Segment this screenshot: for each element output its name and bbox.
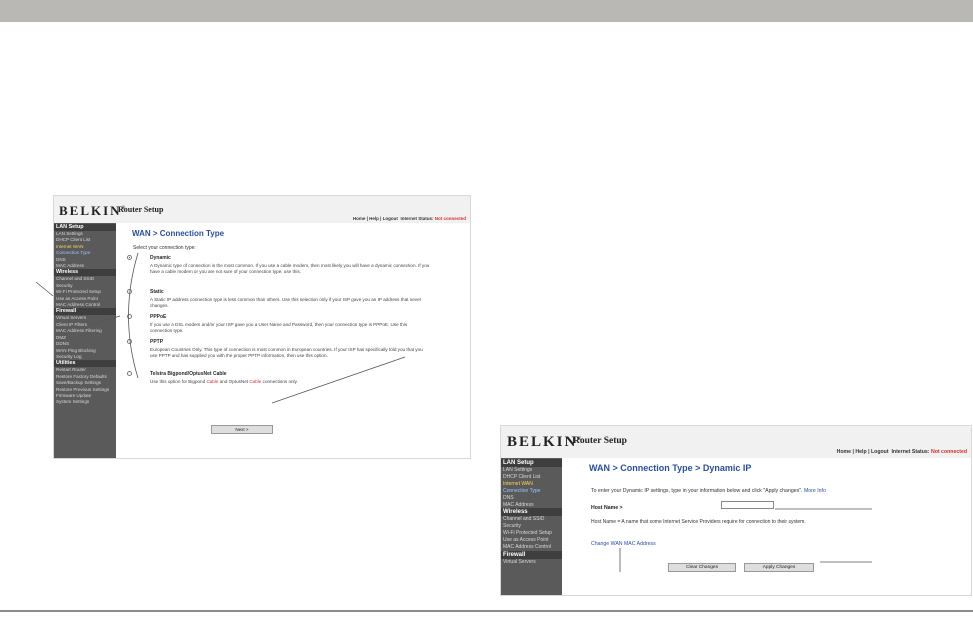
connection-type-prompt: Select your connection type: <box>133 245 196 251</box>
sidebar-item-restore-previous-settings[interactable]: Restore Previous Settings <box>54 387 116 393</box>
option-description: If you use a DSL modem and/or your ISP g… <box>150 322 408 334</box>
option-description: Use this option for Bigpond Cable and Op… <box>150 379 298 384</box>
internet-status-value: Not connected <box>930 449 967 455</box>
footer-rule <box>0 610 973 612</box>
dynamic-ip-screenshot: BELKIN® Router Setup Home | Help | Logou… <box>500 425 972 596</box>
internet-status-label: Internet Status: <box>400 216 434 221</box>
sidebar-item-mac-address[interactable]: MAC Address <box>501 502 562 509</box>
option-description: European Countries Only. This type of co… <box>150 347 423 359</box>
sidebar-item-mac-address-control[interactable]: MAC Address Control <box>501 544 562 551</box>
sidebar-item-wi-fi-protected-setup[interactable]: Wi-Fi Protected Setup <box>501 530 562 537</box>
apply-changes-button[interactable]: Apply Changes <box>744 563 814 572</box>
host-name-input[interactable] <box>721 501 774 509</box>
option-name: Dynamic <box>150 255 171 261</box>
sidebar-item-security[interactable]: Security <box>501 523 562 530</box>
sidebar-item-virtual-servers[interactable]: Virtual Servers <box>501 559 562 566</box>
sidebar: LAN Setup LAN Settings DHCP Client List Int… <box>501 458 562 595</box>
radio-dynamic[interactable] <box>127 255 132 260</box>
option-name: PPTP <box>150 339 164 345</box>
option-name: Static <box>150 289 164 295</box>
internet-status-value: Not connected <box>434 216 466 221</box>
sidebar-item-connection-type[interactable]: Connection Type <box>501 488 562 495</box>
home-link[interactable]: Home <box>353 216 366 221</box>
page-title: WAN > Connection Type > Dynamic IP <box>589 463 752 473</box>
logout-link[interactable]: Logout <box>383 216 398 221</box>
connection-type-screenshot: BELKIN® Router Setup Home | Help | Logou… <box>53 195 471 459</box>
host-name-label: Host Name > <box>591 505 623 511</box>
router-header: BELKIN® Router Setup Home | Help | Logou… <box>54 196 470 223</box>
logout-link[interactable]: Logout <box>871 449 889 455</box>
top-nav: Home | Help | Logout Internet Status: No… <box>352 216 466 221</box>
radio-static[interactable] <box>127 289 132 294</box>
radio-telstra[interactable] <box>127 371 132 376</box>
page-title: WAN > Connection Type <box>132 229 225 238</box>
sidebar-section-lan-setup: LAN Setup <box>54 224 116 231</box>
app-title: Router Setup <box>118 205 164 214</box>
sidebar-item-dhcp-client-list[interactable]: DHCP Client List <box>501 474 562 481</box>
more-info-link[interactable]: More Info <box>804 488 826 494</box>
sidebar-section-lan-setup: LAN Setup <box>501 459 562 467</box>
host-name-description: Host Name = A name that some Internet Se… <box>591 519 806 525</box>
page-header-band <box>0 0 973 22</box>
clear-changes-button[interactable]: Clear Changes <box>668 563 736 572</box>
sidebar-item-use-as-access-point[interactable]: Use as Access Point <box>501 537 562 544</box>
sidebar-item-lan-settings[interactable]: LAN Settings <box>501 467 562 474</box>
callout-line-left <box>35 281 54 297</box>
option-description: A Static IP address connection type is l… <box>150 297 422 309</box>
option-name: Telstra Bigpond/OptusNet Cable <box>150 371 227 377</box>
radio-pppoe[interactable] <box>127 314 132 319</box>
help-link[interactable]: Help <box>369 216 379 221</box>
help-link[interactable]: Help <box>855 449 866 455</box>
option-description: A Dynamic type of connection is the most… <box>150 263 430 275</box>
next-button[interactable]: Next > <box>211 425 273 434</box>
home-link[interactable]: Home <box>837 449 851 455</box>
radio-pptp[interactable] <box>127 339 132 344</box>
router-header: BELKIN® Router Setup Home | Help | Logou… <box>501 426 971 458</box>
internet-status-label: Internet Status: <box>891 449 930 455</box>
change-wan-mac-link[interactable]: Change WAN MAC Address <box>591 541 656 547</box>
sidebar-section-wireless: Wireless <box>54 269 116 277</box>
sidebar-item-channel-and-ssid[interactable]: Channel and SSID <box>501 516 562 523</box>
sidebar-item-system-settings[interactable]: System Settings <box>54 399 116 405</box>
top-nav: Home | Help | Logout Internet Status: No… <box>836 449 967 455</box>
app-title: Router Setup <box>573 436 627 446</box>
belkin-logo: BELKIN® <box>507 434 582 450</box>
sidebar: LAN Setup LAN Settings DHCP Client List Int… <box>54 223 116 458</box>
sidebar-section-wireless: Wireless <box>501 508 562 517</box>
sidebar-item-dns[interactable]: DNS <box>501 495 562 502</box>
sidebar-section-firewall: Firewall <box>54 308 116 316</box>
sidebar-item-internet-wan[interactable]: Internet WAN <box>501 481 562 488</box>
main-content: WAN > Connection Type Select your connec… <box>116 223 470 458</box>
belkin-logo: BELKIN® <box>59 203 126 218</box>
main-content: WAN > Connection Type > Dynamic IP To en… <box>562 458 971 595</box>
sidebar-section-firewall: Firewall <box>501 550 562 559</box>
sidebar-section-utilities: Utilities <box>54 360 116 368</box>
intro-text: To enter your Dynamic IP settings, type … <box>591 488 826 494</box>
option-name: PPPoE <box>150 314 167 320</box>
